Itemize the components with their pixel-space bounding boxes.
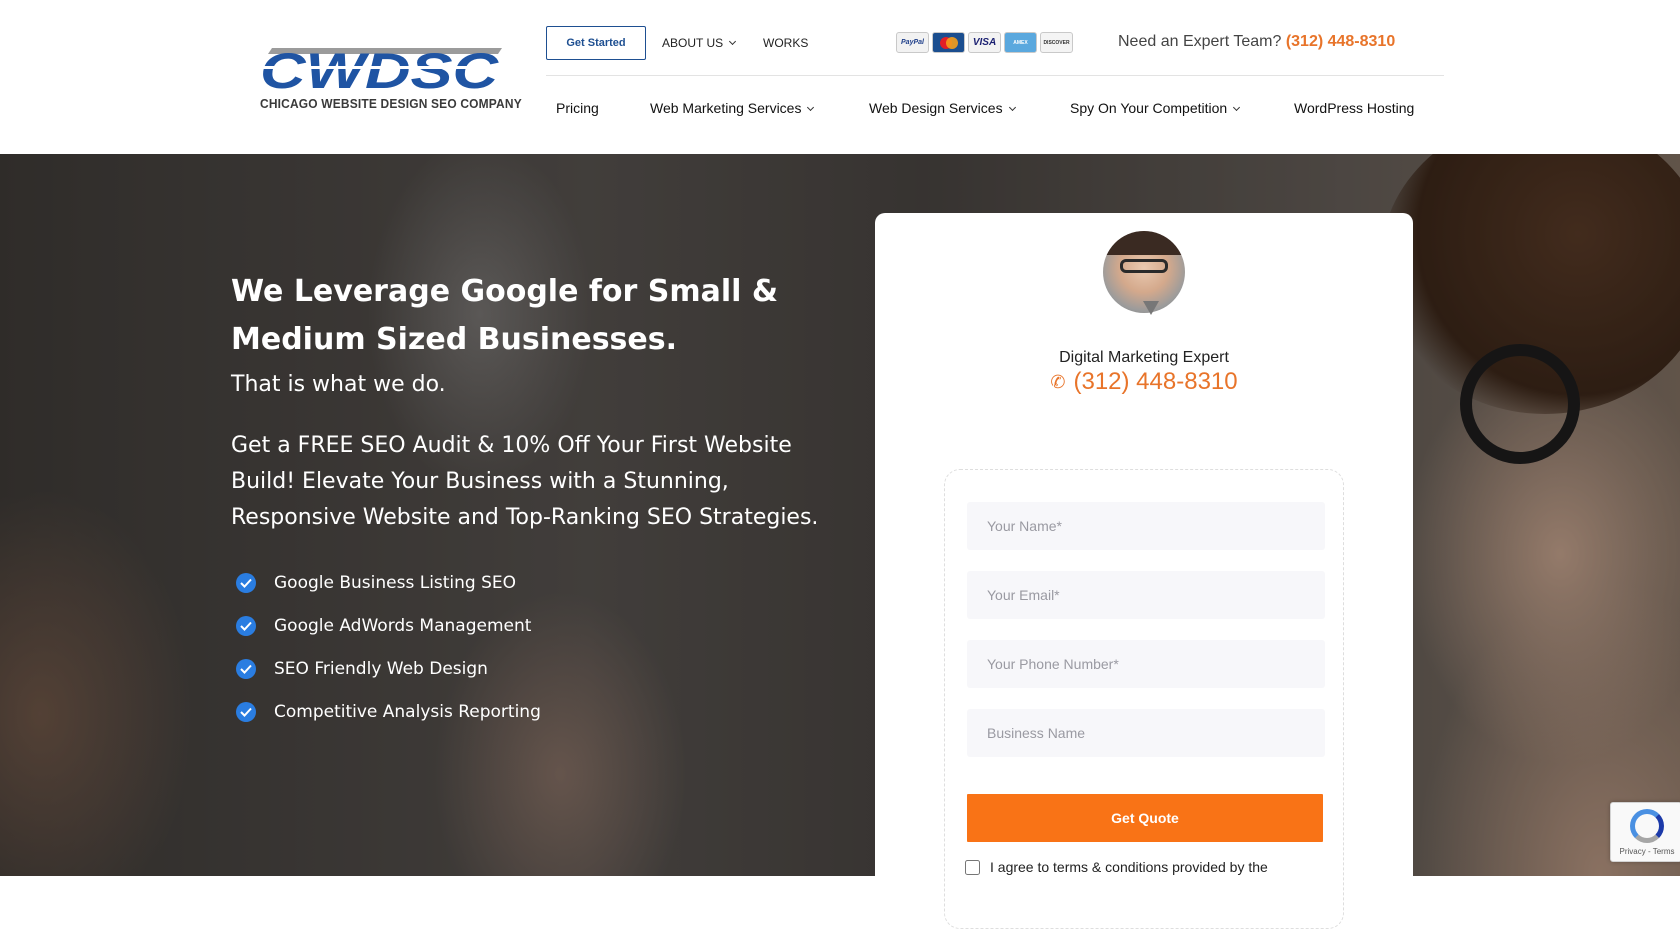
avatar-speech-tail bbox=[1143, 301, 1159, 315]
about-us-menu[interactable]: ABOUT US bbox=[662, 36, 737, 50]
feature-text: Google Business Listing SEO bbox=[274, 573, 517, 593]
discover-icon: DISCOVER bbox=[1040, 32, 1073, 53]
nav-web-marketing-label: Web Marketing Services bbox=[650, 100, 802, 116]
chevron-down-icon bbox=[729, 37, 737, 46]
recaptcha-links[interactable]: Privacy - Terms bbox=[1611, 847, 1680, 856]
feature-text: SEO Friendly Web Design bbox=[274, 659, 488, 679]
chevron-down-icon bbox=[1233, 103, 1241, 112]
business-name-input[interactable] bbox=[967, 709, 1325, 757]
check-circle-icon bbox=[236, 616, 256, 636]
nav-spy-on-competition[interactable]: Spy On Your Competition bbox=[1070, 100, 1241, 116]
chevron-down-icon bbox=[1008, 103, 1016, 112]
check-circle-icon bbox=[236, 702, 256, 722]
hero-headline: We Leverage Google for Small & Medium Si… bbox=[231, 274, 779, 357]
terms-checkbox[interactable] bbox=[965, 859, 980, 875]
expert-phone-number: (312) 448-8310 bbox=[1073, 368, 1238, 395]
expert-title: Digital Marketing Expert bbox=[1059, 349, 1229, 366]
paypal-icon: PayPal bbox=[896, 32, 929, 53]
terms-text: I agree to terms & conditions provided b… bbox=[990, 859, 1268, 875]
company-logo[interactable]: CWDSC CHICAGO WEBSITE DESIGN SEO COMPANY bbox=[258, 43, 522, 114]
site-header: CWDSC CHICAGO WEBSITE DESIGN SEO COMPANY… bbox=[0, 0, 1680, 154]
feature-item: Google AdWords Management bbox=[236, 616, 531, 636]
avatar-hair bbox=[1103, 231, 1185, 255]
feature-item: SEO Friendly Web Design bbox=[236, 659, 488, 679]
works-link[interactable]: WORKS bbox=[763, 36, 808, 50]
header-divider bbox=[546, 75, 1444, 76]
feature-text: Google AdWords Management bbox=[274, 616, 532, 636]
logo-subtitle: CHICAGO WEBSITE DESIGN SEO COMPANY bbox=[260, 96, 522, 111]
nav-web-marketing-services[interactable]: Web Marketing Services bbox=[650, 100, 815, 116]
hero-subheadline: That is what we do. bbox=[231, 372, 446, 397]
recaptcha-icon bbox=[1630, 809, 1664, 843]
logo-mark: CWDSC bbox=[258, 43, 502, 99]
about-us-label: ABOUT US bbox=[662, 36, 724, 50]
hero-section: We Leverage Google for Small & Medium Si… bbox=[0, 154, 1680, 876]
expert-team-text: Need an Expert Team? bbox=[1118, 33, 1282, 50]
nav-web-design-services[interactable]: Web Design Services bbox=[869, 100, 1016, 116]
name-input[interactable] bbox=[967, 502, 1325, 550]
payment-cards: PayPal VISA AMEX DISCOVER bbox=[896, 32, 1073, 53]
email-input[interactable] bbox=[967, 571, 1325, 619]
nav-spy-label: Spy On Your Competition bbox=[1070, 100, 1228, 116]
expert-phone-link[interactable]: ✆ (312) 448-8310 bbox=[875, 368, 1413, 396]
avatar-glasses bbox=[1120, 259, 1168, 273]
visa-icon: VISA bbox=[968, 32, 1001, 53]
quote-form-card: Digital Marketing Expert ✆ (312) 448-8310… bbox=[875, 213, 1413, 929]
feature-item: Competitive Analysis Reporting bbox=[236, 702, 541, 722]
header-phone-link[interactable]: (312) 448-8310 bbox=[1286, 33, 1395, 50]
amex-icon: AMEX bbox=[1004, 32, 1037, 53]
nav-web-design-label: Web Design Services bbox=[869, 100, 1003, 116]
feature-text: Competitive Analysis Reporting bbox=[274, 702, 541, 722]
check-circle-icon bbox=[236, 573, 256, 593]
phone-icon: ✆ bbox=[1050, 372, 1066, 392]
phone-input[interactable] bbox=[967, 640, 1325, 688]
feature-item: Google Business Listing SEO bbox=[236, 573, 516, 593]
chevron-down-icon bbox=[807, 103, 815, 112]
get-started-button[interactable]: Get Started bbox=[546, 26, 646, 60]
nav-wordpress-hosting[interactable]: WordPress Hosting bbox=[1294, 100, 1414, 116]
check-circle-icon bbox=[236, 659, 256, 679]
get-quote-button[interactable]: Get Quote bbox=[967, 794, 1323, 842]
terms-agreement: I agree to terms & conditions provided b… bbox=[965, 859, 1268, 875]
nav-pricing[interactable]: Pricing bbox=[556, 100, 599, 116]
mastercard-icon bbox=[932, 32, 965, 53]
expert-team-callout: Need an Expert Team? (312) 448-8310 bbox=[1118, 33, 1395, 51]
top-bar: Get Started ABOUT US WORKS PayPal VISA A… bbox=[546, 26, 1446, 60]
recaptcha-badge[interactable]: Privacy - Terms bbox=[1610, 802, 1680, 862]
main-nav: Pricing Web Marketing Services Web Desig… bbox=[546, 100, 1446, 124]
hero-paragraph: Get a FREE SEO Audit & 10% Off Your Firs… bbox=[231, 433, 819, 530]
